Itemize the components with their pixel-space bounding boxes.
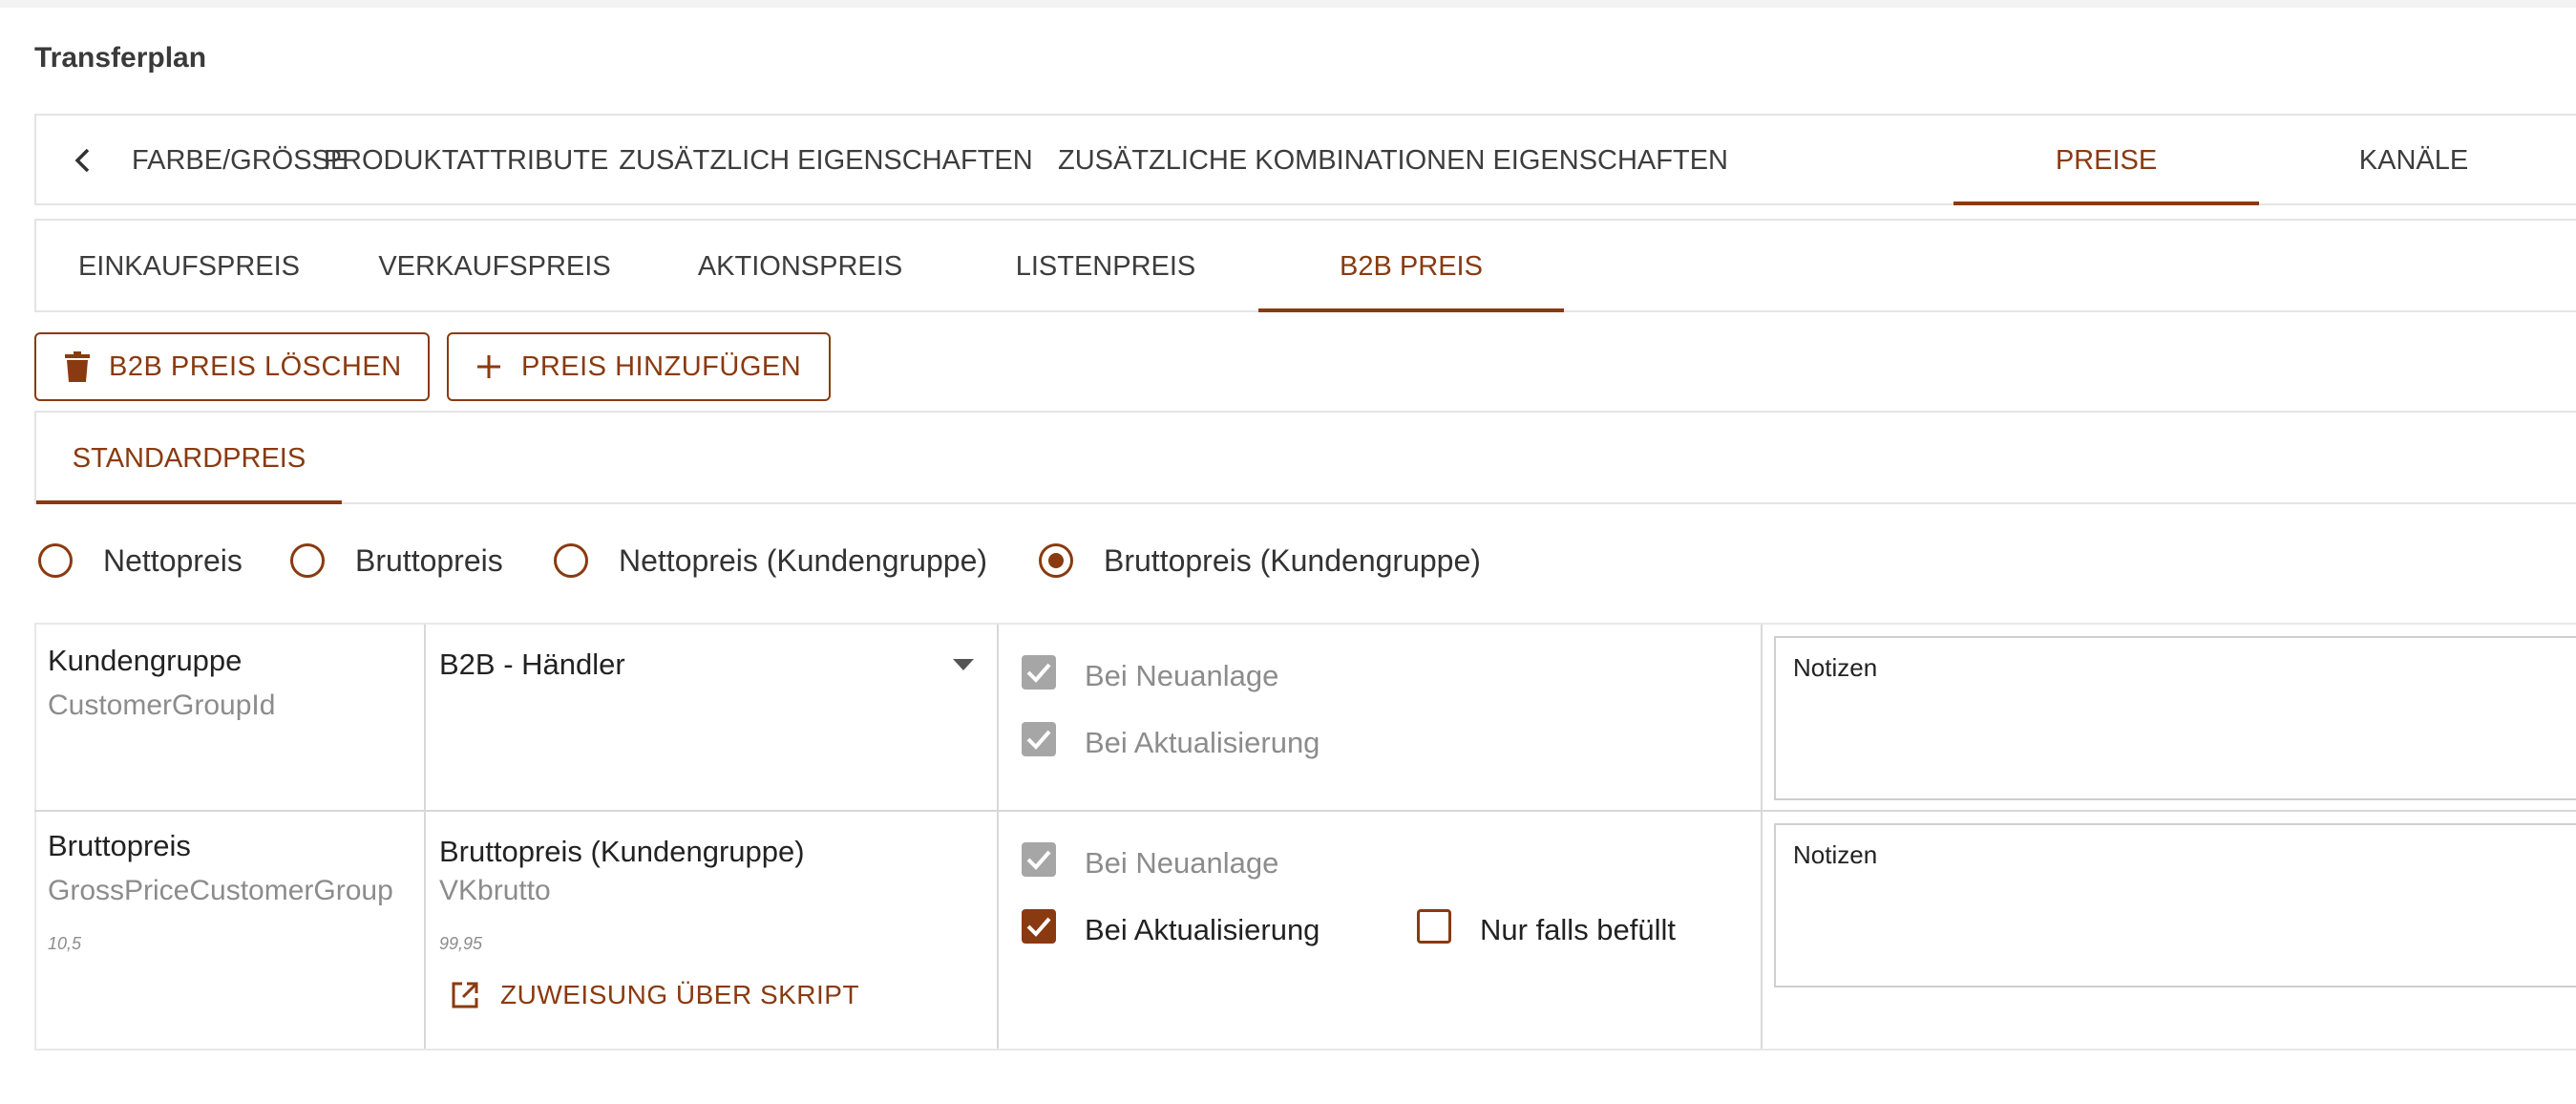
radio-label: Nettopreis (Kundengruppe) xyxy=(619,542,988,578)
radio-label: Bruttopreis (Kundengruppe) xyxy=(1104,542,1481,578)
value-sample: 99,95 xyxy=(439,934,483,953)
field-label: Bruttopreis xyxy=(48,829,191,862)
radio-circle xyxy=(554,543,588,578)
check-icon xyxy=(1026,850,1051,870)
delete-b2b-price-button[interactable]: B2B PREIS LÖSCHEN xyxy=(34,332,430,401)
check-icon xyxy=(1026,917,1051,937)
tab-listenpreis[interactable]: LISTENPREIS xyxy=(953,221,1258,312)
main-tab-bar: FARBE/GRÖSSE PRODUKTATTRIBUTE ZUSÄTZLICH… xyxy=(34,114,2576,205)
dropdown-arrow-icon[interactable] xyxy=(953,659,974,670)
check-icon xyxy=(1026,663,1051,683)
checkbox-label: Nur falls befüllt xyxy=(1480,913,1677,946)
tab-zusaetzliche-kombinationen[interactable]: ZUSÄTZLICHE KOMBINATIONEN EIGENSCHAFTEN xyxy=(1045,116,1742,205)
checkbox-bei-neuanlage xyxy=(1022,842,1056,877)
tab-zusaetzlich-eigenschaften[interactable]: ZUSÄTZLICH EIGENSCHAFTEN xyxy=(611,116,1041,205)
tab-kanaele[interactable]: KANÄLE xyxy=(2261,116,2566,205)
notes-field[interactable]: Notizen xyxy=(1774,823,2576,987)
checkbox-label: Bei Aktualisierung xyxy=(1085,913,1320,946)
tab-aktionspreis[interactable]: AKTIONSPREIS xyxy=(647,221,953,312)
tab-b2b-preis[interactable]: B2B PREIS xyxy=(1258,221,1564,312)
checkbox-nur-falls-befuellt[interactable] xyxy=(1417,909,1451,944)
page-title: Transferplan xyxy=(34,42,207,74)
script-link-label: ZUWEISUNG ÜBER SKRIPT xyxy=(500,980,860,1009)
table-row: Bruttopreis GrossPriceCustomerGroup 10,5… xyxy=(34,810,2576,1051)
standard-tab-bar: STANDARDPREIS xyxy=(34,411,2576,504)
chevron-left-icon[interactable] xyxy=(69,144,97,177)
customer-group-select[interactable]: B2B - Händler xyxy=(439,648,625,682)
value-key: VKbrutto xyxy=(439,875,551,906)
checkbox-label: Bei Neuanlage xyxy=(1085,846,1279,880)
top-divider xyxy=(0,0,2576,8)
check-icon xyxy=(1026,730,1051,750)
radio-bruttopreis[interactable]: Bruttopreis xyxy=(290,541,503,581)
radio-label: Bruttopreis xyxy=(355,542,503,578)
mapping-table: Kundengruppe CustomerGroupId B2B - Händl… xyxy=(34,623,2576,1051)
script-assignment-link[interactable]: ZUWEISUNG ÜBER SKRIPT xyxy=(451,980,859,1010)
delete-button-label: B2B PREIS LÖSCHEN xyxy=(109,350,402,382)
field-key: GrossPriceCustomerGroup xyxy=(48,875,393,906)
radio-label: Nettopreis xyxy=(103,542,243,578)
radio-bruttopreis-kundengruppe[interactable]: Bruttopreis (Kundengruppe) xyxy=(1039,541,1481,581)
tab-preise[interactable]: PREISE xyxy=(1953,116,2259,205)
tab-produktattribute[interactable]: PRODUKTATTRIBUTE xyxy=(323,116,609,205)
plus-icon xyxy=(477,355,500,378)
radio-circle xyxy=(38,543,73,578)
radio-circle xyxy=(290,543,325,578)
price-tab-bar: EINKAUFSPREIS VERKAUFSPREIS AKTIONSPREIS… xyxy=(34,219,2576,312)
open-external-icon xyxy=(452,982,478,1008)
checkbox-bei-neuanlage xyxy=(1022,655,1056,690)
tab-farbe-groesse[interactable]: FARBE/GRÖSSE xyxy=(132,116,348,205)
trash-icon xyxy=(65,351,90,382)
tab-einkaufspreis[interactable]: EINKAUFSPREIS xyxy=(36,221,342,312)
checkbox-bei-aktualisierung xyxy=(1022,722,1056,756)
checkbox-bei-aktualisierung[interactable] xyxy=(1022,909,1056,944)
radio-nettopreis-kundengruppe[interactable]: Nettopreis (Kundengruppe) xyxy=(554,541,987,581)
checkbox-label: Bei Neuanlage xyxy=(1085,659,1279,692)
tab-verkaufspreis[interactable]: VERKAUFSPREIS xyxy=(342,221,647,312)
checkbox-label: Bei Aktualisierung xyxy=(1085,726,1320,759)
field-key: CustomerGroupId xyxy=(48,690,276,721)
table-row: Kundengruppe CustomerGroupId B2B - Händl… xyxy=(34,623,2576,810)
radio-circle-selected xyxy=(1039,543,1073,578)
field-sample-value: 10,5 xyxy=(48,934,82,953)
notes-field[interactable]: Notizen xyxy=(1774,636,2576,800)
tab-standardpreis[interactable]: STANDARDPREIS xyxy=(36,413,342,504)
add-price-button[interactable]: PREIS HINZUFÜGEN xyxy=(447,332,831,401)
value-label: Bruttopreis (Kundengruppe) xyxy=(439,835,805,868)
radio-nettopreis[interactable]: Nettopreis xyxy=(38,541,243,581)
field-label: Kundengruppe xyxy=(48,644,243,677)
add-button-label: PREIS HINZUFÜGEN xyxy=(521,350,802,382)
